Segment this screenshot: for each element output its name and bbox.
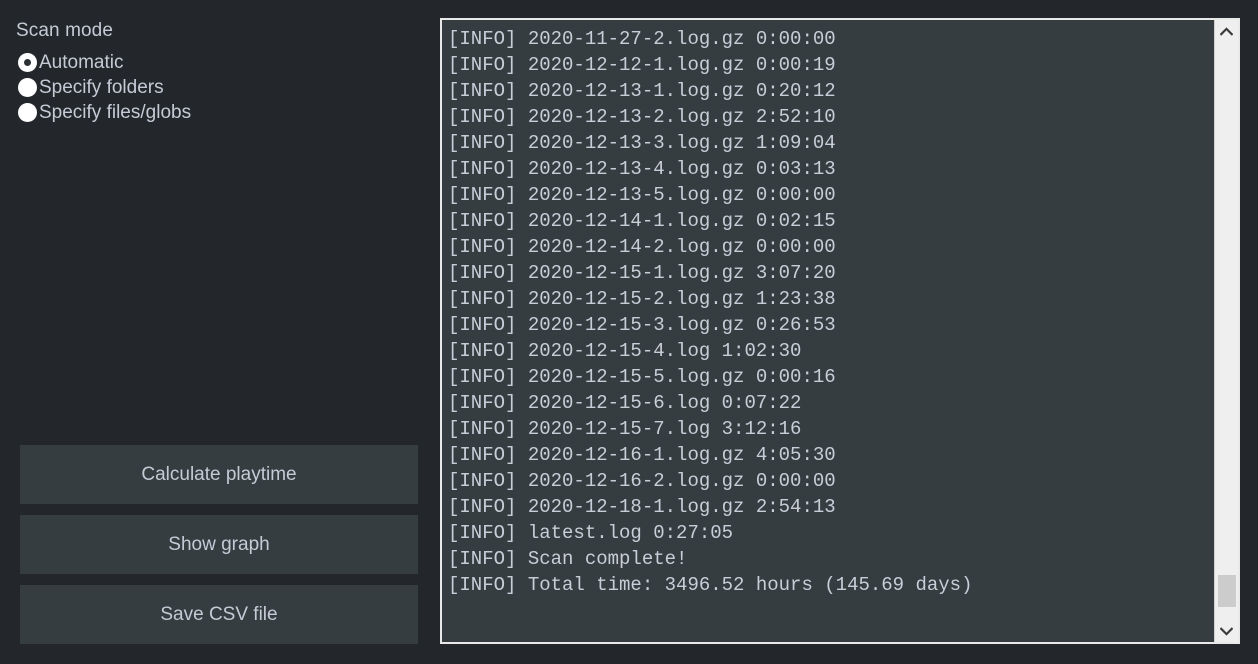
log-line: [INFO] 2020-12-13-3.log.gz 1:09:04 — [448, 132, 836, 154]
log-line: [INFO] 2020-12-13-5.log.gz 0:00:00 — [448, 184, 836, 206]
log-line: [INFO] latest.log 0:27:05 — [448, 522, 734, 544]
scan-mode-label: Scan mode — [16, 20, 114, 41]
log-output-panel[interactable]: [INFO] 2020-11-27-2.log.gz 0:00:00 [INFO]… — [440, 18, 1240, 644]
log-vertical-scrollbar[interactable] — [1214, 20, 1238, 642]
radio-option-specify-files-globs[interactable]: Specify files/globs — [18, 100, 418, 125]
chevron-down-icon — [1220, 626, 1233, 636]
log-line: [INFO] 2020-12-15-6.log 0:07:22 — [448, 392, 802, 414]
radio-option-label: Specify folders — [39, 77, 164, 98]
log-line: [INFO] 2020-12-14-1.log.gz 0:02:15 — [448, 210, 836, 232]
log-line: [INFO] 2020-11-27-2.log.gz 0:00:00 — [448, 28, 836, 50]
radio-option-label: Automatic — [39, 52, 124, 73]
log-line: [INFO] Total time: 3496.52 hours (145.69… — [448, 574, 973, 596]
log-line: [INFO] 2020-12-15-2.log.gz 1:23:38 — [448, 288, 836, 310]
log-line: [INFO] 2020-12-13-4.log.gz 0:03:13 — [448, 158, 836, 180]
save-csv-file-button[interactable]: Save CSV file — [20, 585, 418, 644]
log-line: [INFO] 2020-12-13-1.log.gz 0:20:12 — [448, 80, 836, 102]
log-line: [INFO] 2020-12-15-4.log 1:02:30 — [448, 340, 802, 362]
scrollbar-thumb[interactable] — [1218, 575, 1236, 607]
chevron-up-icon — [1220, 26, 1233, 36]
log-line: [INFO] Scan complete! — [448, 548, 688, 570]
radio-button-icon — [18, 53, 37, 72]
log-line: [INFO] 2020-12-12-1.log.gz 0:00:19 — [448, 54, 836, 76]
scroll-up-button[interactable] — [1215, 20, 1238, 42]
log-text-area[interactable]: [INFO] 2020-11-27-2.log.gz 0:00:00 [INFO]… — [442, 20, 1214, 642]
log-line: [INFO] 2020-12-15-1.log.gz 3:07:20 — [448, 262, 836, 284]
radio-option-label: Specify files/globs — [39, 102, 192, 123]
app-window: Scan mode Automatic Specify folders Spec… — [0, 0, 1258, 664]
scroll-down-button[interactable] — [1215, 620, 1238, 642]
log-line: [INFO] 2020-12-15-3.log.gz 0:26:53 — [448, 314, 836, 336]
left-control-panel: Scan mode Automatic Specify folders Spec… — [0, 0, 436, 664]
radio-option-specify-folders[interactable]: Specify folders — [18, 75, 418, 100]
radio-button-icon — [18, 78, 37, 97]
show-graph-button[interactable]: Show graph — [20, 515, 418, 574]
log-line: [INFO] 2020-12-15-5.log.gz 0:00:16 — [448, 366, 836, 388]
radio-button-icon — [18, 103, 37, 122]
action-button-stack: Calculate playtime Show graph Save CSV f… — [20, 445, 418, 644]
scan-mode-radio-group: Automatic Specify folders Specify files/… — [18, 50, 418, 125]
calculate-playtime-button[interactable]: Calculate playtime — [20, 445, 418, 504]
log-line: [INFO] 2020-12-18-1.log.gz 2:54:13 — [448, 496, 836, 518]
log-line: [INFO] 2020-12-15-7.log 3:12:16 — [448, 418, 802, 440]
log-line: [INFO] 2020-12-16-2.log.gz 0:00:00 — [448, 470, 836, 492]
log-line: [INFO] 2020-12-14-2.log.gz 0:00:00 — [448, 236, 836, 258]
log-line: [INFO] 2020-12-13-2.log.gz 2:52:10 — [448, 106, 836, 128]
log-line: [INFO] 2020-12-16-1.log.gz 4:05:30 — [448, 444, 836, 466]
scrollbar-track[interactable] — [1215, 42, 1238, 620]
radio-option-automatic[interactable]: Automatic — [18, 50, 418, 75]
